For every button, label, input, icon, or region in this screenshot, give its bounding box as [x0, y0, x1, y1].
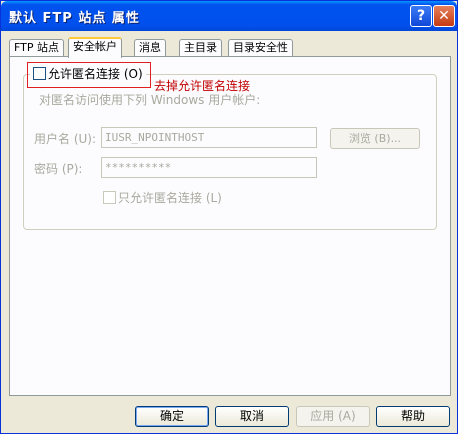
ok-button[interactable]: 确定 — [135, 406, 209, 427]
browse-button[interactable]: 浏览 (B)... — [330, 128, 420, 149]
password-field[interactable]: ********** — [101, 157, 317, 178]
only-anonymous-label: 只允许匿名连接 (L) — [118, 191, 222, 205]
tab-directory-security[interactable]: 目录安全性 — [228, 39, 293, 57]
tab-ftp-site[interactable]: FTP 站点 — [9, 39, 64, 57]
highlight-box — [27, 62, 151, 88]
apply-button[interactable]: 应用 (A) — [296, 406, 370, 427]
username-label: 用户名 (U): — [34, 132, 97, 146]
help-icon[interactable]: ? — [410, 5, 432, 27]
tab-messages[interactable]: 消息 — [134, 39, 166, 57]
username-field[interactable]: IUSR_NPOINTHOST — [101, 127, 317, 148]
properties-window: 默认 FTP 站点 属性 ? ✕ FTP 站点 安全帐户 消息 主目录 目录安全… — [0, 0, 458, 434]
checkbox-box[interactable] — [103, 191, 116, 204]
help-button[interactable]: 帮助 — [376, 406, 450, 427]
tab-home-directory[interactable]: 主目录 — [179, 39, 222, 57]
cancel-button[interactable]: 取消 — [215, 406, 289, 427]
tab-security-accounts[interactable]: 安全帐户 — [68, 37, 122, 58]
window-title: 默认 FTP 站点 属性 — [9, 11, 140, 26]
close-icon[interactable]: ✕ — [433, 5, 455, 27]
title-bar[interactable]: 默认 FTP 站点 属性 ? ✕ — [1, 1, 457, 31]
password-label: 密码 (P): — [34, 162, 83, 176]
anonymous-description: 对匿名访问使用下列 Windows 用户帐户: — [39, 93, 261, 107]
only-anonymous-checkbox[interactable]: 只允许匿名连接 (L) — [103, 189, 222, 206]
